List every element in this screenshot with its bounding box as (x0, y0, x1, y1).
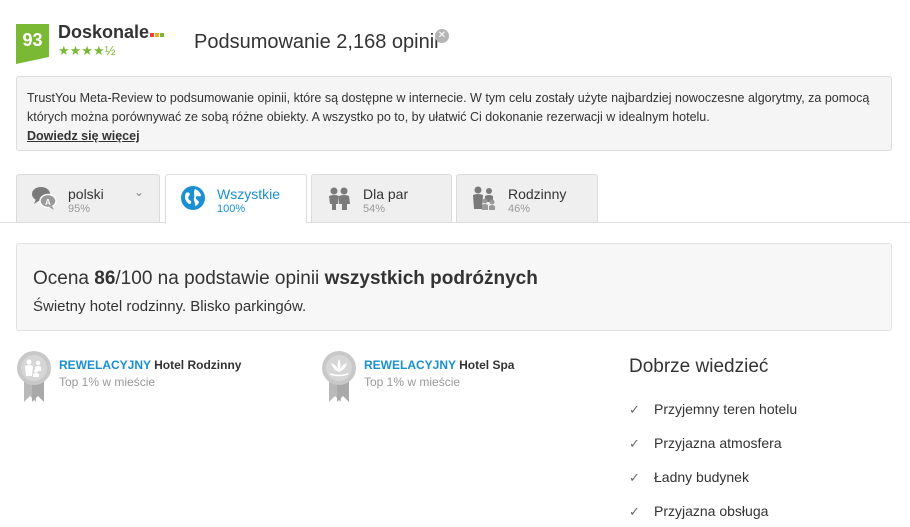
overview-prefix: Ocena (33, 268, 95, 289)
badge-subtitle: Top 1% w mieście (59, 375, 156, 389)
overview-group: wszystkich podróżnych (324, 268, 538, 289)
tab-label: Wszystkie (217, 186, 280, 202)
good-to-know-label: Ładny budynek (654, 469, 749, 485)
good-to-know-item: ✓ Przyjazna atmosfera (629, 435, 782, 452)
summary-title: Podsumowanie 2,168 opinii (194, 31, 439, 53)
rating-label: Doskonale (58, 22, 150, 42)
spa-award-icon (322, 351, 356, 402)
family-icon (473, 186, 495, 210)
check-icon: ✓ (629, 436, 640, 451)
tab-label: polski (68, 186, 104, 202)
badge-title-text: Hotel Rodzinny (150, 358, 242, 372)
overview-summary: Świetny hotel rodzinny. Blisko parkingów… (33, 298, 307, 315)
tab-percent: 54% (363, 203, 386, 215)
tab-percent: 95% (68, 203, 91, 215)
badge-title: REWELACYJNY Hotel Spa (364, 358, 514, 372)
overview-box: Ocena 86/100 na podstawie opinii wszystk… (16, 243, 892, 331)
couple-icon (329, 187, 350, 210)
good-to-know-item: ✓ Ładny budynek (629, 469, 749, 486)
family-award: REWELACYJNY Hotel Rodzinny Top 1% w mieś… (59, 358, 241, 389)
svg-text:A: A (45, 198, 51, 207)
check-icon: ✓ (629, 402, 640, 417)
tab-percent: 100% (217, 203, 246, 215)
learn-more-link[interactable]: Dowiedz się więcej (27, 129, 140, 143)
score-badge-tail (16, 57, 49, 64)
globe-icon (181, 186, 205, 210)
tab-language[interactable]: A polski 95% ⌄ (16, 174, 160, 222)
good-to-know-label: Przyjazna obsługa (654, 503, 769, 519)
tab-label: Dla par (363, 186, 409, 202)
score-badge: 93 (16, 24, 49, 57)
language-icon: A (32, 187, 57, 210)
info-text: TrustYou Meta-Review to podsumowanie opi… (27, 91, 870, 124)
tab-percent: 46% (508, 203, 531, 215)
check-icon: ✓ (629, 504, 640, 519)
good-to-know-label: Przyjemny teren hotelu (654, 401, 798, 417)
close-icon[interactable]: ✕ (435, 29, 449, 43)
trustyou-logo-icon (150, 24, 165, 42)
check-icon: ✓ (629, 470, 640, 485)
spa-award: REWELACYJNY Hotel Spa Top 1% w mieście (364, 358, 514, 389)
tabs-divider (0, 222, 910, 223)
tab-all[interactable]: Wszystkie 100% (165, 174, 307, 224)
family-award-icon (17, 351, 51, 402)
badge-title-text: Hotel Spa (455, 358, 515, 372)
good-to-know-item: ✓ Przyjemny teren hotelu (629, 401, 797, 418)
good-to-know-item: ✓ Przyjazna obsługa (629, 503, 768, 520)
badge-title: REWELACYJNY Hotel Rodzinny (59, 358, 241, 372)
chevron-down-icon: ⌄ (133, 185, 144, 199)
badge-subtitle: Top 1% w mieście (364, 375, 461, 389)
badge-highlight: REWELACYJNY (364, 358, 456, 372)
badge-highlight: REWELACYJNY (59, 358, 151, 372)
rating-stars: ★★★★½ (58, 43, 116, 58)
info-box: TrustYou Meta-Review to podsumowanie opi… (16, 76, 892, 151)
overview-score-line: Ocena 86/100 na podstawie opinii wszystk… (33, 268, 538, 290)
overview-score: 86 (94, 268, 116, 289)
good-to-know-title: Dobrze wiedzieć (629, 356, 769, 377)
tab-label: Rodzinny (508, 186, 567, 202)
overview-suffix: /100 na podstawie opinii (115, 268, 325, 289)
good-to-know-label: Przyjazna atmosfera (654, 435, 782, 451)
tab-family[interactable]: Rodzinny 46% (456, 174, 598, 222)
tab-couples[interactable]: Dla par 54% (311, 174, 452, 222)
